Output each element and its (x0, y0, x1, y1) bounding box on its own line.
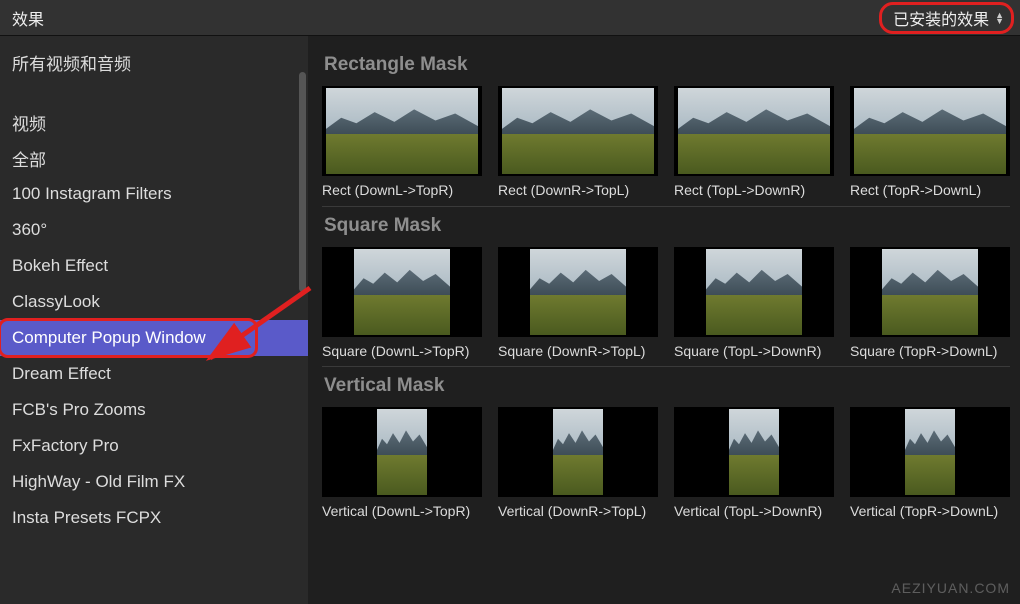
chevron-updown-icon: ▲▼ (995, 12, 1004, 24)
effect-tile[interactable]: Square (TopR->DownL) (850, 247, 1010, 361)
sidebar-item-label: FCB's Pro Zooms (12, 400, 146, 420)
sidebar-item-label: FxFactory Pro (12, 436, 119, 456)
sidebar: 效果 所有视频和音频视频全部 100 Instagram Filters 360° B… (0, 0, 308, 604)
effect-thumbnail (498, 86, 658, 176)
sidebar-item-label: 视频 (12, 110, 46, 135)
effect-tile[interactable]: Square (TopL->DownR) (674, 247, 834, 361)
sidebar-item-label: ClassyLook (12, 292, 100, 312)
effect-thumbnail (498, 247, 658, 337)
effect-thumbnail (322, 86, 482, 176)
sidebar-item-label: Dream Effect (12, 364, 111, 384)
sidebar-item-label: Computer Popup Window (12, 328, 206, 348)
sidebar-item[interactable]: Computer Popup Window (0, 320, 308, 356)
main-panel: 已安装的效果 ▲▼ Rectangle Mask Rect (DownL->Top… (308, 0, 1020, 604)
effect-label: Vertical (TopR->DownL) (850, 503, 1010, 521)
effects-grid: Rect (DownL->TopR) Rect (DownR->TopL) Rect… (322, 86, 1010, 200)
effect-label: Rect (TopR->DownL) (850, 182, 1010, 200)
sidebar-item[interactable]: Dream Effect (0, 356, 308, 392)
sidebar-item[interactable]: Insta Presets FCPX (0, 500, 308, 536)
sidebar-title-text: 效果 (12, 6, 44, 30)
effect-label: Square (DownR->TopL) (498, 343, 658, 361)
effect-label: Square (TopL->DownR) (674, 343, 834, 361)
section-divider (322, 366, 1010, 367)
effect-thumbnail (674, 86, 834, 176)
effect-thumbnail (322, 247, 482, 337)
sidebar-item-label: 360° (12, 220, 47, 240)
main-header: 已安装的效果 ▲▼ (308, 0, 1020, 36)
effect-tile[interactable]: Rect (TopR->DownL) (850, 86, 1010, 200)
sidebar-item-label: HighWay - Old Film FX (12, 472, 185, 492)
effect-tile[interactable]: Rect (DownL->TopR) (322, 86, 482, 200)
effect-thumbnail (850, 407, 1010, 497)
watermark: AEZIYUAN.COM (891, 580, 1010, 596)
effect-thumbnail (850, 86, 1010, 176)
effect-label: Vertical (DownR->TopL) (498, 503, 658, 521)
effect-thumbnail (498, 407, 658, 497)
sidebar-item[interactable]: Bokeh Effect (0, 248, 308, 284)
effect-tile[interactable]: Vertical (TopL->DownR) (674, 407, 834, 521)
effects-grid: Vertical (DownL->TopR) Vertical (DownR->T… (322, 407, 1010, 521)
sidebar-item-label: Insta Presets FCPX (12, 508, 161, 528)
sidebar-item[interactable]: FCB's Pro Zooms (0, 392, 308, 428)
sidebar-item[interactable]: 100 Instagram Filters (0, 176, 308, 212)
effect-label: Square (DownL->TopR) (322, 343, 482, 361)
section-title: Square Mask (324, 215, 1010, 237)
effects-grid: Square (DownL->TopR) Square (DownR->TopL)… (322, 247, 1010, 361)
sidebar-item[interactable]: 所有视频和音频 (0, 44, 308, 80)
effect-tile[interactable]: Rect (DownR->TopL) (498, 86, 658, 200)
effect-tile[interactable]: Square (DownR->TopL) (498, 247, 658, 361)
installed-effects-dropdown[interactable]: 已安装的效果 ▲▼ (881, 4, 1012, 32)
sidebar-item[interactable]: 视频 (0, 104, 308, 140)
sidebar-item[interactable]: 全部 (0, 140, 308, 176)
effect-tile[interactable]: Vertical (DownR->TopL) (498, 407, 658, 521)
effect-tile[interactable]: Square (DownL->TopR) (322, 247, 482, 361)
section-title: Rectangle Mask (324, 54, 1010, 76)
effect-tile[interactable]: Vertical (TopR->DownL) (850, 407, 1010, 521)
section-divider (322, 206, 1010, 207)
sidebar-list: 所有视频和音频视频全部 100 Instagram Filters 360° Boke… (0, 36, 308, 604)
effect-tile[interactable]: Vertical (DownL->TopR) (322, 407, 482, 521)
effect-label: Square (TopR->DownL) (850, 343, 1010, 361)
effects-browser: Rectangle MaskRect (DownL->TopR)Rect (Do… (308, 36, 1020, 604)
sidebar-item-label: 100 Instagram Filters (12, 184, 172, 204)
sidebar-title: 效果 (0, 0, 308, 36)
effect-label: Rect (DownR->TopL) (498, 182, 658, 200)
sidebar-item[interactable]: ClassyLook (0, 284, 308, 320)
sidebar-item[interactable]: FxFactory Pro (0, 428, 308, 464)
effect-label: Rect (DownL->TopR) (322, 182, 482, 200)
effect-thumbnail (322, 407, 482, 497)
section-title: Vertical Mask (324, 375, 1010, 397)
effect-thumbnail (850, 247, 1010, 337)
effect-tile[interactable]: Rect (TopL->DownR) (674, 86, 834, 200)
sidebar-item-label: 所有视频和音频 (12, 50, 131, 75)
sidebar-item[interactable]: 360° (0, 212, 308, 248)
effect-label: Vertical (DownL->TopR) (322, 503, 482, 521)
sidebar-item-label: 全部 (12, 146, 46, 171)
sidebar-item-label: Bokeh Effect (12, 256, 108, 276)
effect-label: Vertical (TopL->DownR) (674, 503, 834, 521)
effect-thumbnail (674, 407, 834, 497)
effect-label: Rect (TopL->DownR) (674, 182, 834, 200)
sidebar-item[interactable]: HighWay - Old Film FX (0, 464, 308, 500)
effect-thumbnail (674, 247, 834, 337)
dropdown-label: 已安装的效果 (893, 6, 989, 30)
